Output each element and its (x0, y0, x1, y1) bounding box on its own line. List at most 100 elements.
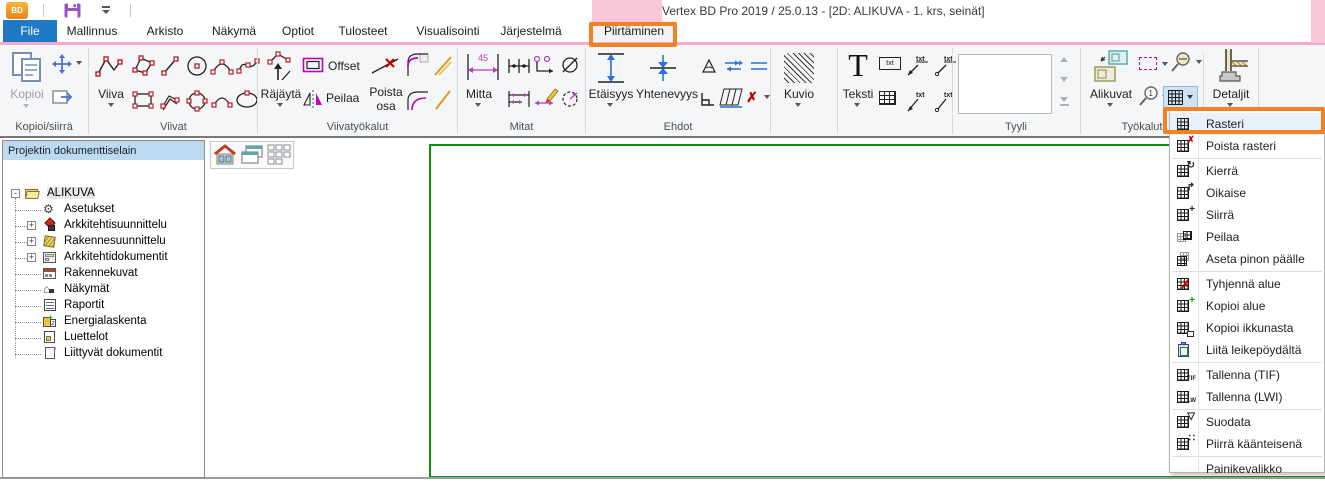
hatch-pattern-icon[interactable] (784, 53, 814, 83)
baseline-dimension-icon[interactable] (507, 89, 531, 109)
ordinate-dimension-icon[interactable] (533, 55, 557, 75)
menu-item-suodata[interactable]: ▽Suodata (1170, 411, 1324, 433)
menu-item-kopioi-alue[interactable]: +Kopioi alue (1170, 295, 1324, 317)
dimension-dropdown-caret[interactable] (475, 103, 481, 107)
table-icon[interactable] (879, 91, 896, 105)
coincident-button[interactable]: Yhtenevyys (634, 87, 700, 101)
parallel-constraint-icon[interactable] (722, 57, 744, 75)
edit-dimension-icon[interactable] (533, 87, 559, 109)
tree-expand-toggle[interactable]: + (27, 221, 36, 230)
leader-text-icon[interactable]: txt (906, 53, 930, 77)
explode-icon[interactable] (264, 50, 298, 84)
trim-icon[interactable] (370, 53, 400, 79)
tab-näkymä[interactable]: Näkymä (205, 20, 263, 42)
circle-nodes-icon[interactable] (185, 89, 209, 113)
line-tool-button[interactable]: Viiva (94, 87, 128, 101)
explode-button[interactable]: Räjäytä (258, 87, 304, 101)
explode-dropdown-caret[interactable] (277, 103, 283, 107)
perpendicular-constraint-icon[interactable] (700, 91, 716, 107)
model-house-icon[interactable] (213, 144, 237, 166)
leader-text-icon-4[interactable]: txt (934, 89, 958, 113)
boxed-text-icon[interactable]: txt (879, 57, 901, 70)
text-icon[interactable]: T (843, 47, 873, 83)
app-logo-icon[interactable]: BD (6, 2, 28, 19)
angle-constraint-icon[interactable] (700, 57, 718, 75)
tab-mallinnus[interactable]: Mallinnus (62, 20, 122, 42)
equal-constraint-icon[interactable] (748, 57, 770, 75)
details-icon[interactable] (1212, 47, 1250, 85)
tree-item-raportit[interactable]: Raportit (64, 299, 104, 311)
tree-item-energialaskenta[interactable]: Energialaskenta (64, 315, 146, 327)
tree-item-alikuva[interactable]: ALIKUVA (47, 187, 95, 199)
leader-text-icon-3[interactable]: txt (906, 89, 930, 113)
radius-icon[interactable] (560, 89, 580, 109)
style-scroll-down-icon[interactable] (1060, 77, 1068, 82)
tree-item-arkkitehtidokumentit[interactable]: Arkkitehtidokumentit (64, 251, 168, 263)
tab-arkisto[interactable]: Arkisto (138, 20, 192, 42)
tree-item-arkkitehtisuunnittelu[interactable]: Arkkitehtisuunnittelu (64, 219, 167, 231)
offset-button[interactable]: Offset (328, 59, 370, 73)
polygon-icon[interactable] (130, 53, 156, 79)
menu-item-oikaise[interactable]: ↱Oikaise (1170, 182, 1324, 204)
distance-button[interactable]: Etäisyys (586, 87, 636, 101)
menu-item-piirrä-käänteisenä[interactable]: ∷Piirrä käänteisenä (1170, 433, 1324, 455)
tree-item-luettelot[interactable]: Luettelot (64, 331, 108, 343)
move-icon[interactable] (52, 54, 72, 74)
distance-dropdown-caret[interactable] (607, 103, 613, 107)
tree-item-rakennesuunnittelu[interactable]: Rakennesuunnittelu (64, 235, 166, 247)
menu-item-liitä-leikepöydältä[interactable]: Liitä leikepöydältä (1170, 339, 1324, 361)
fillet-icon[interactable] (406, 52, 430, 78)
style-listbox[interactable] (958, 54, 1052, 114)
subpictures-icon[interactable] (1093, 49, 1129, 85)
distance-constraint-icon[interactable] (596, 51, 626, 85)
style-scroll-last-icon[interactable] (1060, 97, 1068, 102)
mirror-icon[interactable] (302, 89, 324, 109)
arc-3point-icon[interactable] (210, 55, 234, 77)
tab-file[interactable]: File (3, 20, 57, 42)
quick-access-dropdown-icon[interactable] (101, 6, 111, 14)
line-icon[interactable] (160, 55, 180, 77)
line-tool-dropdown-caret[interactable] (108, 103, 114, 107)
hatch-button[interactable]: Kuvio (779, 87, 819, 101)
hatch-dropdown-caret[interactable] (795, 103, 801, 107)
hatch-planes-icon[interactable] (719, 87, 743, 109)
move-dropdown-caret[interactable] (76, 61, 82, 65)
tree-item-rakennekuvat[interactable]: Rakennekuvat (64, 267, 138, 279)
leader-text-icon-2[interactable]: txt (934, 53, 958, 77)
subpictures-dropdown-caret[interactable] (1107, 103, 1113, 107)
details-button[interactable]: Detaljit (1207, 87, 1255, 101)
tree-expand-toggle[interactable]: + (27, 237, 36, 246)
text-dropdown-caret[interactable] (854, 103, 860, 107)
tree-expand-toggle[interactable]: + (27, 253, 36, 262)
tile-windows-icon[interactable] (267, 144, 291, 166)
trim-button-line2[interactable]: osa (366, 99, 406, 113)
menu-item-tallenna-lwi-[interactable]: LWTallenna (LWI) (1170, 386, 1324, 408)
menu-item-kierrä[interactable]: ↻Kierrä (1170, 160, 1324, 182)
offset-icon[interactable] (302, 57, 324, 73)
selection-rect-icon[interactable] (1139, 57, 1157, 70)
menu-item-painikevalikko[interactable]: Painikevalikko (1170, 458, 1324, 480)
tab-visualisointi[interactable]: Visualisointi (407, 20, 489, 42)
tree-item-näkymät[interactable]: Näkymät (64, 283, 109, 295)
menu-item-kopioi-ikkunasta[interactable]: Kopioi ikkunasta (1170, 317, 1324, 339)
arc-icon[interactable] (210, 90, 234, 110)
raster-menu-button[interactable] (1163, 86, 1198, 108)
polyline-icon[interactable] (94, 53, 124, 79)
trim-button[interactable]: Poista (366, 85, 406, 99)
diameter-icon[interactable] (560, 55, 580, 75)
mirror-button[interactable]: Peilaa (326, 91, 368, 105)
tab-järjestelmä[interactable]: Järjestelmä (491, 20, 571, 42)
send-to-icon[interactable] (52, 89, 72, 105)
menu-item-siirrä[interactable]: +Siirrä (1170, 204, 1324, 226)
copy-icon[interactable] (10, 51, 46, 83)
zoom-out-icon[interactable] (1170, 51, 1194, 75)
dimension-45-icon[interactable]: 45 (464, 52, 502, 82)
save-icon[interactable] (64, 3, 81, 18)
zoom-1to1-icon[interactable]: 1 (1137, 85, 1161, 109)
chamfer-line-icon[interactable] (434, 89, 452, 111)
dimension-button[interactable]: Mitta (461, 87, 497, 101)
copy-dropdown-caret[interactable] (23, 104, 29, 108)
copy-button[interactable]: Kopioi (4, 87, 50, 101)
cascade-windows-icon[interactable] (240, 144, 264, 166)
style-scroll-up-icon[interactable] (1060, 57, 1068, 62)
